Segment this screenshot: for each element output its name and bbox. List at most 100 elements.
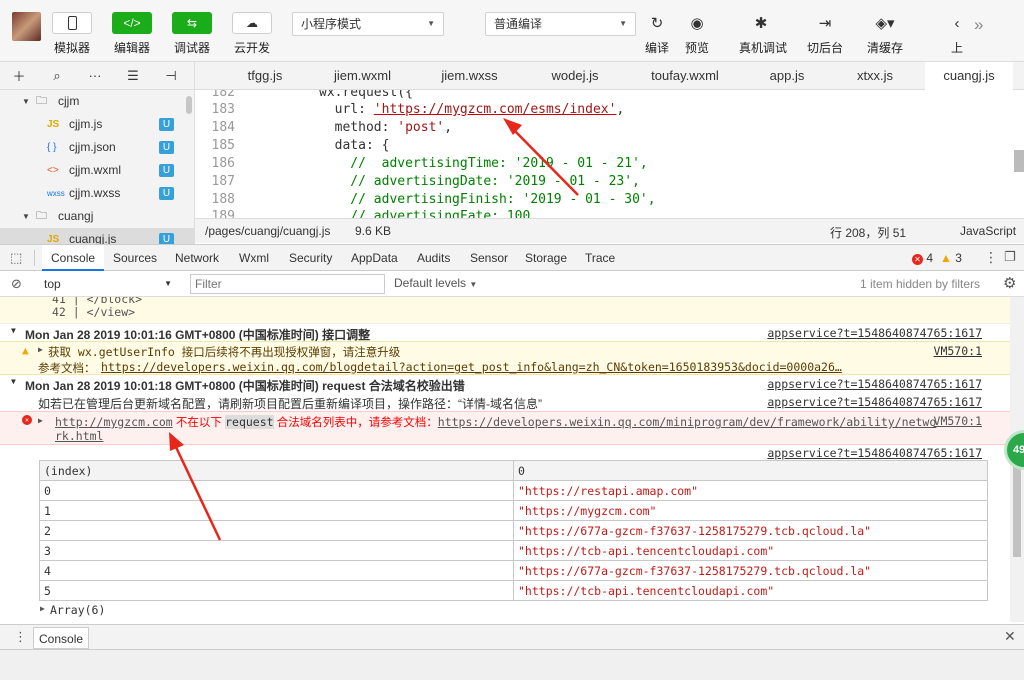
chevron-down-icon: ▼ <box>469 280 478 289</box>
source-link[interactable]: appservice?t=1548640874765:1617 <box>767 395 982 409</box>
console-log: 如若已在管理后台更新域名配置，请刷新项目配置后重新编译项目，操作路径：“详情-域… <box>0 393 1010 411</box>
levels-select[interactable]: Default levels ▼ <box>394 276 477 290</box>
chevron-down-icon: ▼ <box>619 19 627 28</box>
inspect-icon[interactable]: ⬚ <box>10 250 22 266</box>
line-number: 185 <box>211 138 235 153</box>
tree-file-cjjm-json[interactable]: { } cjjm.json U <box>0 136 194 159</box>
code-editor[interactable]: 182 wx.request({ 183 url: 'https://mygzc… <box>195 90 1024 218</box>
avatar[interactable] <box>12 12 41 41</box>
tab-trace[interactable]: Trace <box>585 245 615 271</box>
console-group-header[interactable]: ▼ Mon Jan 28 2019 10:01:16 GMT+0800 (中国标… <box>0 323 1010 342</box>
context-select[interactable]: top ▼ <box>38 274 178 294</box>
cloud-button[interactable]: ☁ 云开发 <box>232 12 272 56</box>
language-mode[interactable]: JavaScript <box>960 224 1016 238</box>
sidebar-scrollbar[interactable] <box>186 96 192 114</box>
tab-security[interactable]: Security <box>289 245 332 271</box>
tree-folder-cjjm[interactable]: ▼ 🗀 cjjm <box>0 90 194 113</box>
source-link[interactable]: VM570:1 <box>934 414 982 428</box>
simulator-button[interactable]: 模拟器 <box>52 12 92 56</box>
cursor-position[interactable]: 行 208，列 51 <box>830 224 906 241</box>
table-cell-index: 0 <box>39 480 514 501</box>
add-icon[interactable]: ＋ <box>0 66 38 85</box>
tree-file-cjjm-js[interactable]: JS cjjm.js U <box>0 113 194 136</box>
tab-audits[interactable]: Audits <box>417 245 450 271</box>
tab-storage[interactable]: Storage <box>525 245 567 271</box>
tab-jiem-wxml[interactable]: jiem.wxml <box>320 62 405 90</box>
code-line: wx.request({ <box>319 90 413 100</box>
mode-select[interactable]: 小程序模式 ▼ <box>292 12 444 36</box>
compile-select[interactable]: 普通编译 ▼ <box>485 12 636 36</box>
tab-network[interactable]: Network <box>175 245 219 271</box>
close-icon[interactable]: ✕ <box>1004 628 1016 645</box>
warning-count[interactable]: ▲ 3 <box>940 251 962 265</box>
table-header[interactable]: (index) <box>39 460 514 481</box>
table-header[interactable]: 0 <box>513 460 988 481</box>
tab-jiem-wxss[interactable]: jiem.wxss <box>427 62 512 90</box>
tab-wxml[interactable]: Wxml <box>239 245 269 271</box>
tab-appdata[interactable]: AppData <box>351 245 398 271</box>
editor-scrollbar[interactable] <box>1014 150 1024 172</box>
doc-link[interactable]: https://developers.weixin.qq.com/blogdet… <box>101 360 842 374</box>
array-expander[interactable]: ▶ Array(6) <box>0 602 1010 618</box>
drawer-menu-icon[interactable]: ⋮ <box>14 629 27 645</box>
chevron-right-icon[interactable]: ▶ <box>38 345 43 354</box>
tab-tfgg-js[interactable]: tfgg.js <box>225 62 305 90</box>
log-text: 如若已在管理后台更新域名配置，请刷新项目配置后重新编译项目，操作路径：“详情-域… <box>38 397 542 411</box>
code-comment: // advertisingFate: 100 <box>319 209 531 218</box>
compile-button[interactable]: ↻ 编译 <box>635 12 679 56</box>
error-count[interactable]: ✕ 4 <box>912 251 933 265</box>
editor-button[interactable]: </> 编辑器 <box>112 12 152 56</box>
drawer-tab-console[interactable]: Console <box>33 627 90 649</box>
background-button[interactable]: ⇥ 切后台 <box>803 12 847 56</box>
tree-file-cjjm-wxml[interactable]: <> cjjm.wxml U <box>0 159 194 182</box>
source-link[interactable]: VM570:1 <box>934 344 982 358</box>
warning-text: 参考文档： <box>38 361 96 375</box>
mode-select-value: 小程序模式 <box>301 17 362 31</box>
upload-button[interactable]: ‹ 上 <box>937 12 977 56</box>
tab-app-js[interactable]: app.js <box>757 62 817 90</box>
tab-sensor[interactable]: Sensor <box>470 245 508 271</box>
console-group-header[interactable]: ▼ Mon Jan 28 2019 10:01:18 GMT+0800 (中国标… <box>0 375 1010 393</box>
tab-wodej-js[interactable]: wodej.js <box>535 62 615 90</box>
tree-file-cjjm-wxss[interactable]: wxss cjjm.wxss U <box>0 182 194 205</box>
tab-console[interactable]: Console <box>42 245 105 271</box>
kebab-menu-icon[interactable]: ⋮ <box>984 249 998 266</box>
source-link[interactable]: appservice?t=1548640874765:1617 <box>767 446 982 460</box>
more-icon[interactable]: » <box>974 15 983 35</box>
sort-icon[interactable]: ☰ <box>114 68 152 84</box>
filter-input[interactable] <box>190 274 385 294</box>
debugger-button[interactable]: ⇆ 调试器 <box>172 12 212 56</box>
collapse-icon[interactable]: ⊣ <box>152 68 190 84</box>
chevron-right-icon[interactable]: ▶ <box>38 416 43 425</box>
upload-icon: ‹ <box>954 14 960 32</box>
js-icon: JS <box>47 234 60 244</box>
table-row: 1 "https://mygzcm.com" <box>39 500 988 521</box>
wxml-icon: <> <box>47 165 59 176</box>
doc-link-wrap[interactable]: rk.html <box>55 429 103 443</box>
preview-button[interactable]: ◉ 预览 <box>675 12 719 56</box>
source-link[interactable]: appservice?t=1548640874765:1617 <box>767 326 982 340</box>
settings-icon[interactable]: ⚙ <box>1003 274 1016 292</box>
tab-sources[interactable]: Sources <box>113 245 157 271</box>
tree-label: cuangj <box>58 209 94 223</box>
error-message: http://mygzcm.com 不在以下 request 合法域名列表中，请… <box>55 414 936 430</box>
preview-label: 预览 <box>684 41 709 55</box>
tree-label: cjjm.wxss <box>69 186 121 200</box>
dock-icon[interactable]: ❐ <box>1004 249 1016 265</box>
error-url[interactable]: http://mygzcm.com <box>55 415 173 429</box>
source-link[interactable]: appservice?t=1548640874765:1617 <box>767 377 982 391</box>
tree-folder-cuangj[interactable]: ▼ 🗀 cuangj <box>0 205 194 228</box>
table-row: 2 "https://677a-gzcm-f37637-1258175279.tc… <box>39 520 988 541</box>
tab-xtxx-js[interactable]: xtxx.js <box>840 62 910 90</box>
clear-cache-button[interactable]: ◈▾ 清缓存 <box>863 12 907 56</box>
tree-file-cuangj-js[interactable]: JS cuangj.js U <box>0 228 194 244</box>
real-debug-button[interactable]: ✱ 真机调试 <box>739 12 787 56</box>
clear-console-icon[interactable]: ⊘ <box>11 276 22 292</box>
error-count-value: 4 <box>926 251 934 265</box>
search-icon[interactable]: ⌕ <box>38 68 76 84</box>
doc-link[interactable]: https://developers.weixin.qq.com/minipro… <box>438 415 937 429</box>
table-row: 3 "https://tcb-api.tencentcloudapi.com" <box>39 540 988 561</box>
more-icon[interactable]: ··· <box>76 68 114 83</box>
tab-toufay-wxml[interactable]: toufay.wxml <box>640 62 730 90</box>
tab-cuangj-js[interactable]: cuangj.js <box>925 62 1013 90</box>
